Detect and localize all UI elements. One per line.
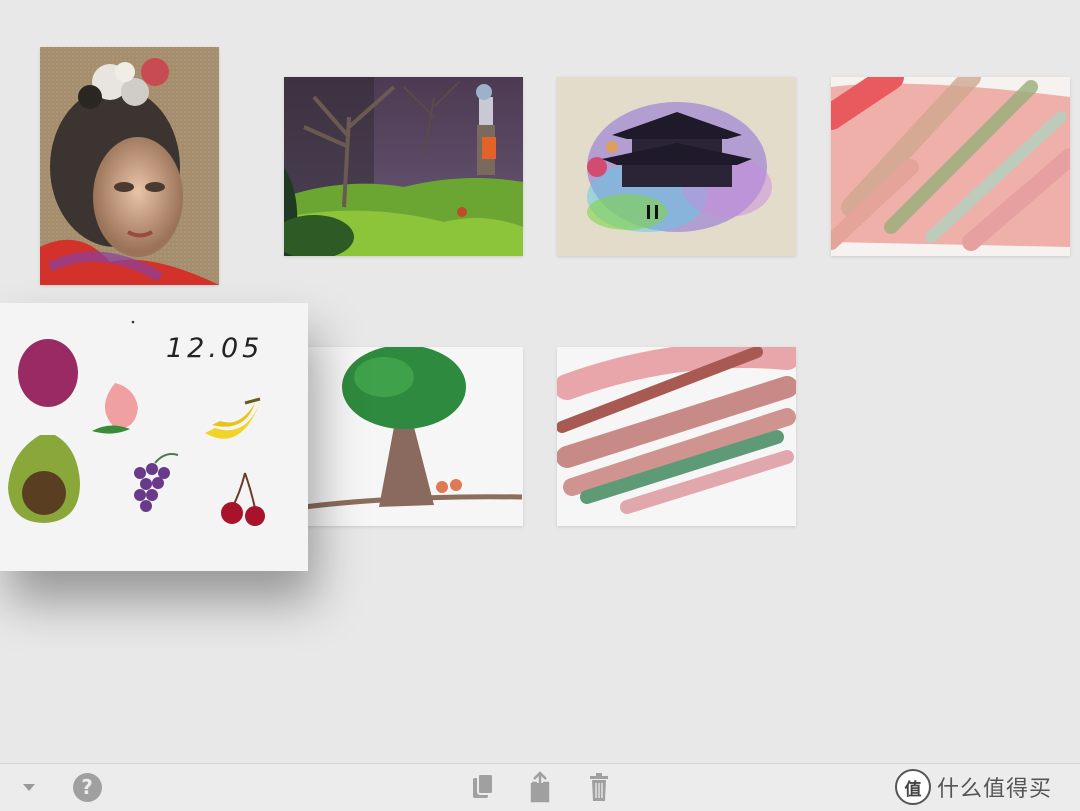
artwork-fruits-dragging[interactable]: 12.05 (0, 303, 308, 571)
trash-icon (590, 773, 608, 801)
help-icon: ? (72, 772, 102, 802)
artwork-temple[interactable] (557, 77, 796, 256)
bottom-toolbar: ? 值 什么值得买 (0, 763, 1080, 811)
duplicate-icon (473, 773, 494, 798)
artwork-forest[interactable] (284, 77, 523, 256)
menu-dropdown-button[interactable] (18, 770, 40, 804)
share-button[interactable] (526, 770, 554, 804)
chevron-down-icon (23, 784, 35, 791)
artwork-portrait[interactable] (40, 47, 219, 285)
help-icon-glyph: ? (81, 775, 93, 799)
brand-logo: 值 (894, 769, 931, 805)
help-button[interactable]: ? (70, 770, 104, 804)
artwork-rose-green-strokes[interactable] (557, 347, 796, 526)
duplicate-button[interactable] (469, 770, 497, 804)
brand-name: 什么值得买 (936, 777, 1052, 802)
drawing-date-label: 12.05 (166, 333, 264, 364)
watermark-brand: 值 什么值得买 (894, 767, 1052, 807)
artwork-pink-strokes[interactable] (831, 77, 1070, 256)
artwork-tree[interactable] (284, 347, 523, 526)
share-icon (530, 771, 550, 803)
delete-button[interactable] (585, 770, 613, 804)
